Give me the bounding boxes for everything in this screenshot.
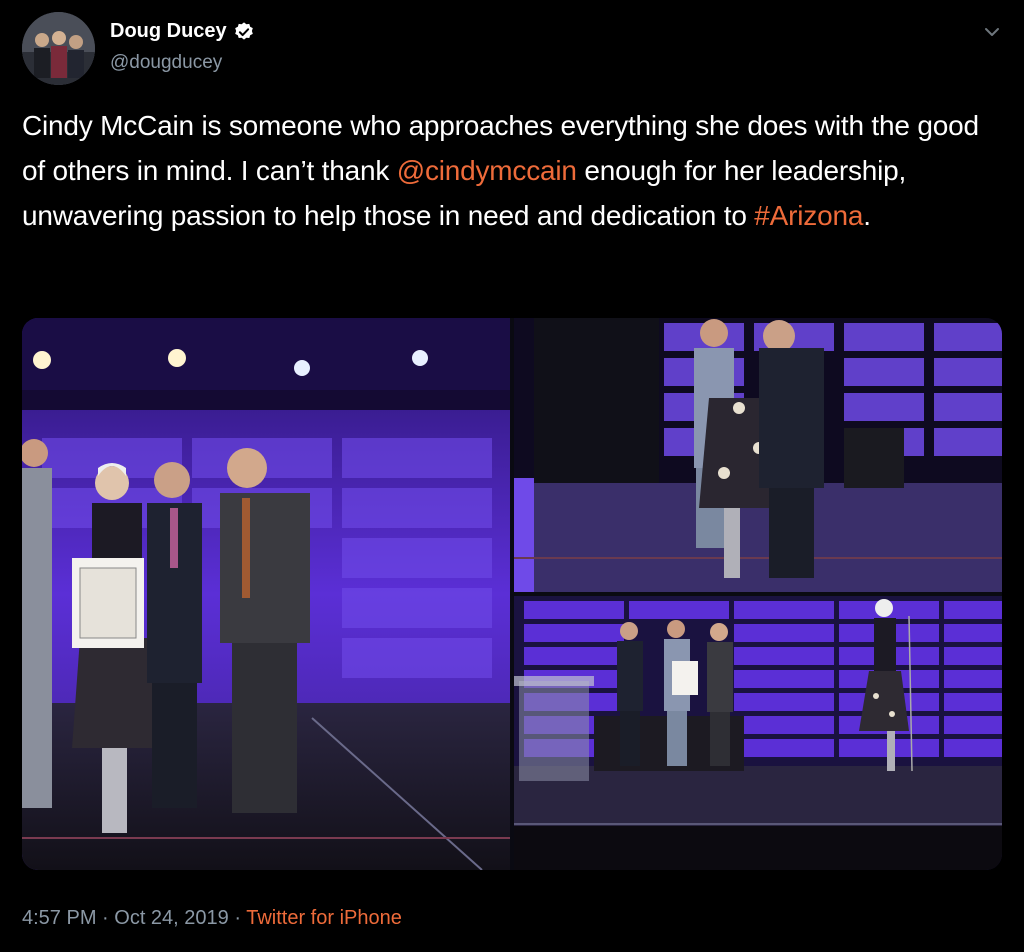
meta-separator: · bbox=[96, 907, 115, 929]
chevron-down-icon[interactable] bbox=[982, 22, 1002, 42]
avatar[interactable] bbox=[22, 12, 95, 85]
mention-link[interactable]: @cindymccain bbox=[397, 155, 577, 186]
avatar-image bbox=[22, 12, 95, 85]
media-grid bbox=[22, 318, 1002, 870]
author-name[interactable]: Doug Ducey bbox=[110, 20, 255, 43]
tweet-meta: 4:57 PM · Oct 24, 2019 · Twitter for iPh… bbox=[22, 907, 402, 930]
photo-stage-hug[interactable] bbox=[514, 318, 1002, 592]
author-handle[interactable]: @dougducey bbox=[110, 52, 222, 74]
hashtag-link[interactable]: #Arizona bbox=[754, 200, 863, 231]
meta-separator: · bbox=[228, 907, 247, 929]
tweet-source-link[interactable]: Twitter for iPhone bbox=[246, 907, 402, 929]
tweet-date[interactable]: Oct 24, 2019 bbox=[114, 907, 229, 929]
photo-stage-wide[interactable] bbox=[514, 596, 1002, 870]
tweet-time[interactable]: 4:57 PM bbox=[22, 907, 96, 929]
photo-award-group[interactable] bbox=[22, 318, 510, 870]
author-name-text: Doug Ducey bbox=[110, 20, 227, 42]
tweet-text: Cindy McCain is someone who approaches e… bbox=[22, 103, 1002, 238]
verified-badge-icon bbox=[234, 21, 253, 40]
tweet-text-part-3: . bbox=[863, 200, 871, 231]
